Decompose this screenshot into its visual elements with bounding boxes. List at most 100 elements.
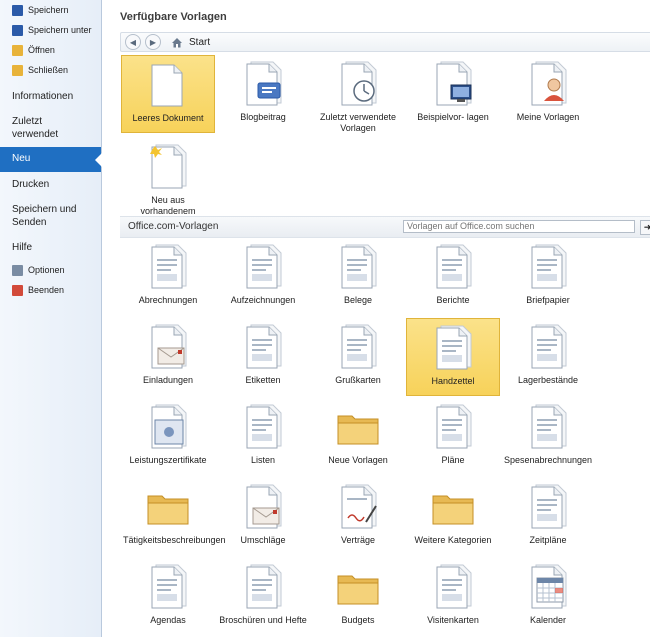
breadcrumb-start[interactable]: Start — [189, 37, 210, 48]
close-folder-icon — [12, 64, 23, 76]
template-tile-briefpapier[interactable]: Briefpapier — [501, 238, 595, 316]
templates-search-input[interactable] — [403, 220, 635, 233]
template-tile-visitenkarten[interactable]: Visitenkarten — [406, 558, 500, 636]
tab-speichern-und-senden[interactable]: Speichern und Senden — [0, 197, 94, 235]
envelope-icon — [241, 484, 285, 530]
close-command[interactable]: Schließen — [0, 60, 101, 80]
my-templates-icon — [526, 61, 570, 107]
document-icon — [336, 324, 380, 370]
template-tile-label: Weitere Kategorien — [414, 535, 492, 545]
template-tile-belege[interactable]: Belege — [311, 238, 405, 316]
document-icon — [146, 564, 190, 610]
save-as-command-label: Speichern unter — [28, 25, 92, 35]
open-command[interactable]: Öffnen — [0, 40, 101, 60]
tab-neu[interactable]: Neu — [0, 147, 102, 172]
template-tile-label: Verträge — [340, 535, 376, 545]
template-tile-zuletzt-verwendete-vorlagen[interactable]: Zuletzt verwendete Vorlagen — [311, 55, 405, 133]
document-icon — [526, 324, 570, 370]
options-command-label: Optionen — [28, 265, 65, 275]
template-tile-abrechnungen[interactable]: Abrechnungen — [121, 238, 215, 316]
save-as-icon — [12, 24, 23, 36]
document-icon — [431, 404, 475, 450]
options-command[interactable]: Optionen — [0, 260, 101, 280]
template-tile-lagerbestande[interactable]: Lagerbestände — [501, 318, 595, 396]
template-tile-label: Handzettel — [431, 376, 475, 386]
template-tile-label: Neue Vorlagen — [328, 455, 388, 465]
template-tile-berichte[interactable]: Berichte — [406, 238, 500, 316]
page-title: Verfügbare Vorlagen — [120, 11, 227, 23]
template-tile-label: Blogbeitrag — [240, 112, 286, 122]
document-icon — [526, 244, 570, 290]
back-button[interactable]: ◀ — [125, 34, 141, 50]
template-tile-tatigkeitsbeschreibungen[interactable]: Tätigkeitsbeschreibungen — [121, 478, 226, 556]
template-tile-label: Grußkarten — [335, 375, 381, 385]
template-tile-kalender[interactable]: Kalender — [501, 558, 595, 636]
office-templates-label: Office.com-Vorlagen — [128, 221, 219, 232]
document-icon — [241, 324, 285, 370]
template-tile-spesenabrechnungen[interactable]: Spesenabrechnungen — [501, 398, 595, 476]
signature-icon — [336, 484, 380, 530]
open-command-label: Öffnen — [28, 45, 55, 55]
template-tile-plane[interactable]: Pläne — [406, 398, 500, 476]
template-tile-neue-vorlagen[interactable]: Neue Vorlagen — [311, 398, 405, 476]
template-tile-grusskarten[interactable]: Grußkarten — [311, 318, 405, 396]
template-tile-aufzeichnungen[interactable]: Aufzeichnungen — [216, 238, 310, 316]
template-tile-label: Berichte — [436, 295, 470, 305]
tab-informationen[interactable]: Informationen — [0, 84, 101, 109]
template-tile-umschlage[interactable]: Umschläge — [216, 478, 310, 556]
template-tile-broschuren-und-hefte[interactable]: Broschüren und Hefte — [216, 558, 310, 636]
template-tile-meine-vorlagen[interactable]: Meine Vorlagen — [501, 55, 595, 133]
certificate-icon — [146, 404, 190, 450]
save-icon — [12, 4, 23, 16]
folder-icon — [431, 484, 475, 530]
recent-templates-icon — [336, 61, 380, 107]
close-command-label: Schließen — [28, 65, 69, 75]
template-tile-label: Visitenkarten — [427, 615, 479, 625]
save-command[interactable]: Speichern — [0, 0, 101, 20]
template-tile-listen[interactable]: Listen — [216, 398, 310, 476]
document-icon — [336, 244, 380, 290]
template-tile-label: Einladungen — [142, 375, 194, 385]
template-tile-leistungszertifikate[interactable]: Leistungszertifikate — [121, 398, 215, 476]
tab-zuletzt-verwendet[interactable]: Zuletzt verwendet — [0, 109, 94, 147]
tab-hilfe[interactable]: Hilfe — [0, 235, 101, 260]
office-templates-bar: Office.com-Vorlagen ➜ — [120, 216, 650, 238]
template-tile-label: Lagerbestände — [517, 375, 579, 385]
template-tile-label: Budgets — [341, 615, 375, 625]
template-tile-label: Etiketten — [245, 375, 281, 385]
save-as-command[interactable]: Speichern unter — [0, 20, 101, 40]
tab-drucken[interactable]: Drucken — [0, 172, 101, 197]
template-tile-weitere-kategorien[interactable]: Weitere Kategorien — [406, 478, 500, 556]
document-icon — [526, 484, 570, 530]
document-icon — [431, 564, 475, 610]
template-tile-label: Tätigkeitsbeschreibungen — [123, 535, 226, 545]
search-go-button[interactable]: ➜ — [640, 220, 650, 235]
template-tile-label: Listen — [250, 455, 276, 465]
template-tile-label: Belege — [343, 295, 373, 305]
template-tile-vertrage[interactable]: Verträge — [311, 478, 405, 556]
template-tile-label: Meine Vorlagen — [516, 112, 580, 122]
document-icon — [146, 244, 190, 290]
template-tile-blogbeitrag[interactable]: Blogbeitrag — [216, 55, 310, 133]
open-folder-icon — [12, 44, 23, 56]
template-tile-beispielvor-lagen[interactable]: Beispielvor- lagen — [406, 55, 500, 133]
sample-templates-icon — [431, 61, 475, 107]
home-icon[interactable] — [171, 37, 183, 48]
template-tile-etiketten[interactable]: Etiketten — [216, 318, 310, 396]
template-tile-agendas[interactable]: Agendas — [121, 558, 215, 636]
template-tile-zeitplane[interactable]: Zeitpläne — [501, 478, 595, 556]
template-tile-label: Broschüren und Hefte — [219, 615, 307, 625]
exit-command[interactable]: Beenden — [0, 280, 101, 300]
template-tile-label: Aufzeichnungen — [230, 295, 296, 305]
blank-document-icon — [146, 62, 190, 108]
template-tile-budgets[interactable]: Budgets — [311, 558, 405, 636]
calendar-icon — [526, 564, 570, 610]
template-tile-leeres-dokument[interactable]: Leeres Dokument — [121, 55, 215, 133]
template-tile-label: Briefpapier — [526, 295, 570, 305]
template-tile-handzettel[interactable]: Handzettel — [406, 318, 500, 396]
template-tile-einladungen[interactable]: Einladungen — [121, 318, 215, 396]
forward-button[interactable]: ▶ — [145, 34, 161, 50]
exit-command-label: Beenden — [28, 285, 65, 295]
template-tile-label: Leistungszertifikate — [129, 455, 207, 465]
template-tile-neu-aus-vorhandenem[interactable]: Neu aus vorhandenem — [121, 138, 215, 216]
